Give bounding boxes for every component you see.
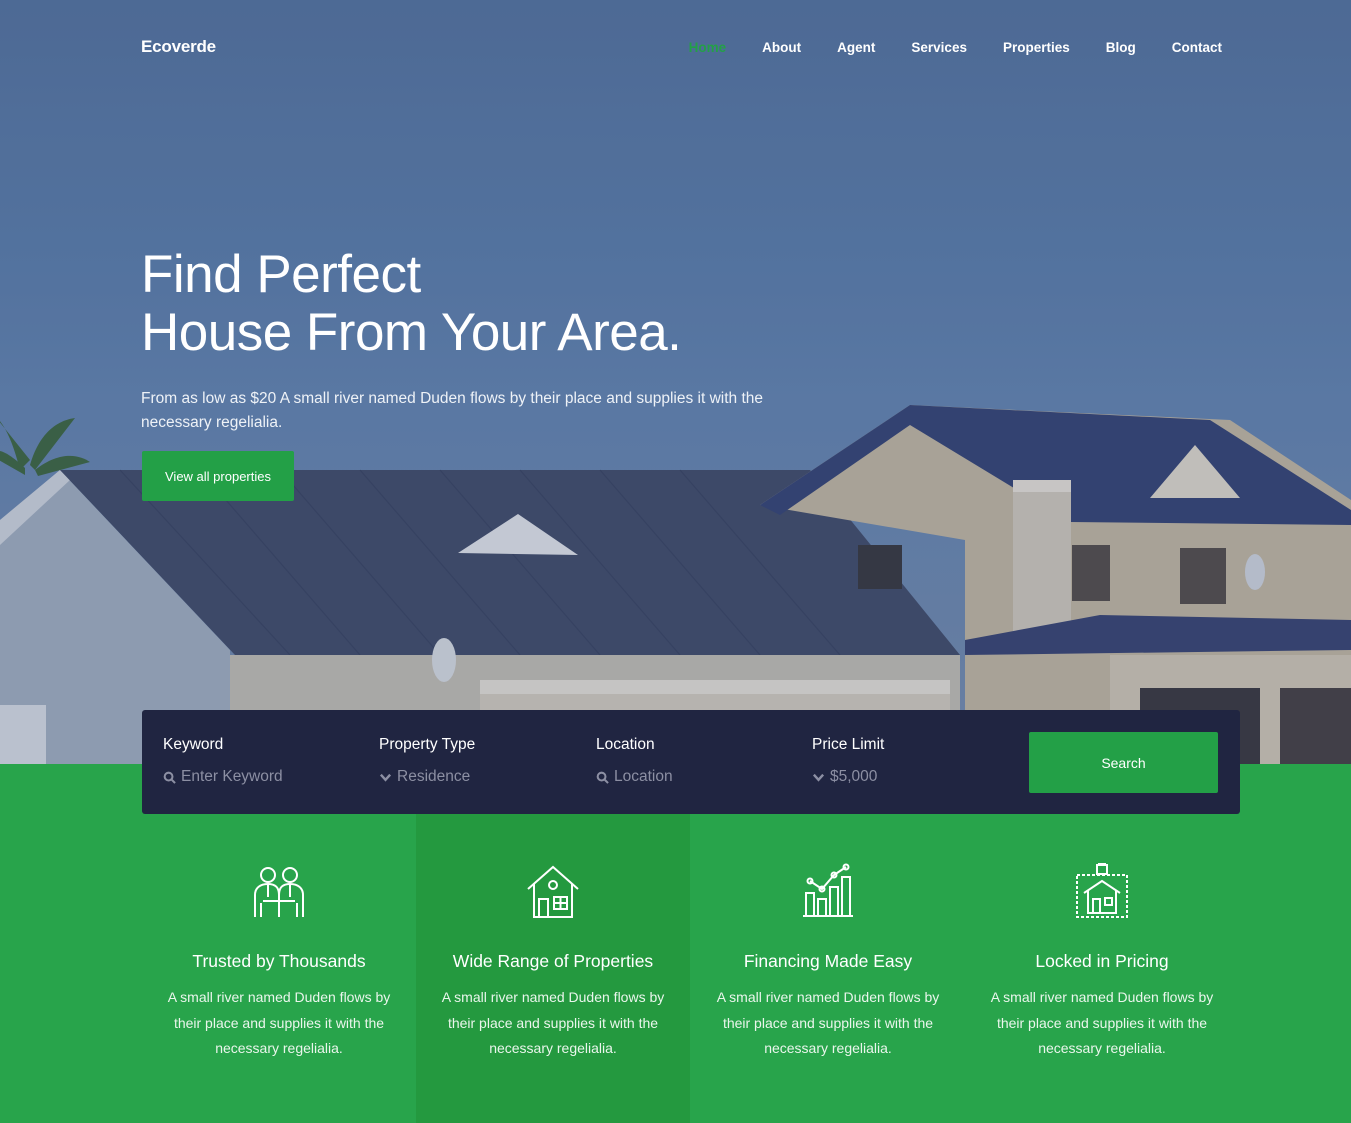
hero-title-line-1: Find Perfect [141,245,421,304]
property-type-value: Residence [397,768,471,785]
hero-title-line-2: House From Your Area. [141,303,682,362]
feature-text: A small river named Duden flows by their… [441,989,665,1056]
chevron-down-icon [379,773,392,782]
feature-card: Locked in Pricing A small river named Du… [965,814,1239,1123]
feature-title: Locked in Pricing [1035,951,1169,971]
locked-house-icon [1076,863,1128,918]
feature-text: A small river named Duden flows by their… [716,989,940,1056]
location-label: Location [596,736,655,753]
feature-card: Trusted by Thousands A small river named… [142,814,416,1123]
nav-agent[interactable]: Agent [837,40,875,55]
location-input[interactable]: Location [596,768,673,786]
feature-title: Wide Range of Properties [452,951,654,971]
chart-growth-icon [803,863,853,917]
brand-logo[interactable]: Ecoverde [141,37,216,57]
feature-card: Financing Made Easy A small river named … [691,814,965,1123]
hero-title: Find Perfect House From Your Area. [141,245,682,362]
nav-home[interactable]: Home [689,40,727,55]
hero-subtitle: From as low as $20 A small river named D… [141,390,764,431]
keyword-input[interactable]: Enter Keyword [163,768,283,786]
keyword-label: Keyword [163,736,224,753]
chevron-down-icon [812,773,825,782]
view-all-properties-button[interactable]: View all properties [142,451,294,501]
hero-section: Ecoverde Home About Agent Services Prope… [0,0,1351,764]
price-limit-value: $5,000 [830,768,878,785]
feature-text: A small river named Duden flows by their… [167,989,391,1056]
handshake-people-icon [254,867,304,917]
hero-overlay [0,0,1351,764]
price-limit-select[interactable]: $5,000 [812,768,877,786]
nav-blog[interactable]: Blog [1106,40,1136,55]
house-icon [527,865,579,918]
search-button[interactable]: Search [1029,732,1218,793]
search-icon [596,771,609,784]
nav-contact[interactable]: Contact [1172,40,1222,55]
nav-properties[interactable]: Properties [1003,40,1070,55]
keyword-placeholder: Enter Keyword [181,768,283,785]
feature-title: Financing Made Easy [743,951,913,971]
location-placeholder: Location [614,768,673,785]
search-icon [163,771,176,784]
main-nav: Home About Agent Services Properties Blo… [689,40,1222,55]
price-limit-label: Price Limit [812,736,885,753]
feature-title: Trusted by Thousands [192,951,366,971]
property-search-bar: Keyword Enter Keyword Property Type Resi… [142,710,1240,814]
property-type-select[interactable]: Residence [379,768,470,786]
property-type-label: Property Type [379,736,476,753]
feature-card: Wide Range of Properties A small river n… [416,814,690,1123]
nav-services[interactable]: Services [911,40,967,55]
feature-text: A small river named Duden flows by their… [990,989,1214,1056]
nav-about[interactable]: About [762,40,801,55]
